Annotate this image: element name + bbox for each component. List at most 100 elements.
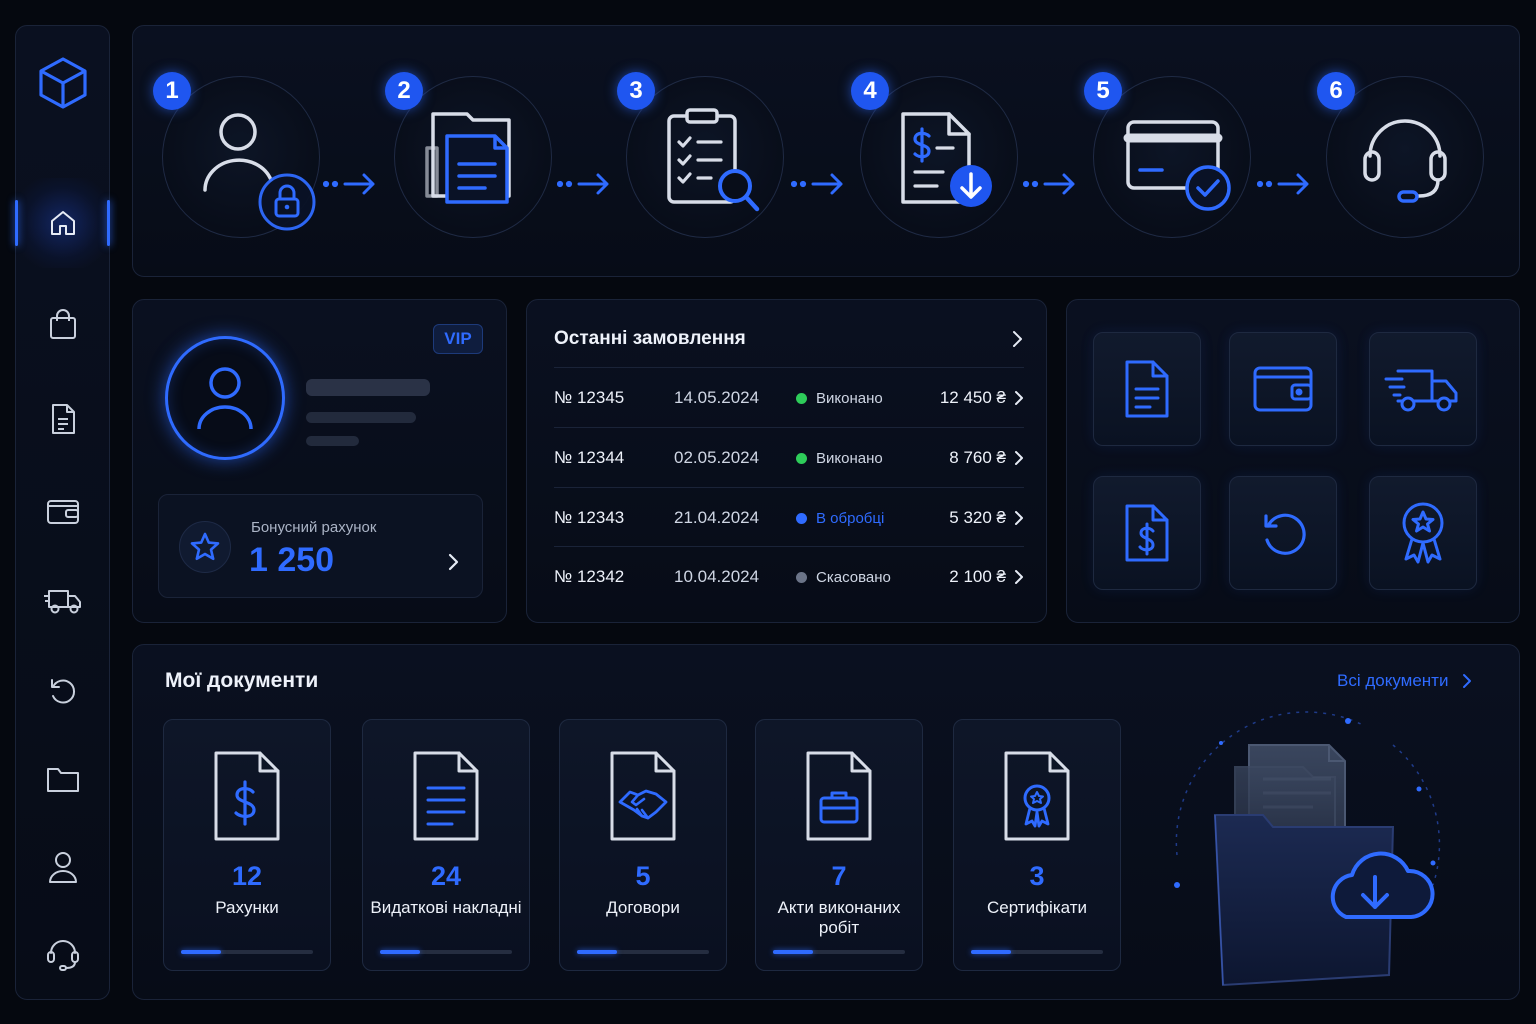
quick-returns-button[interactable] — [1229, 476, 1337, 590]
step-arrow-icon — [1257, 171, 1313, 197]
status-dot — [796, 453, 807, 464]
folder-icon — [46, 764, 80, 794]
step-number: 2 — [385, 72, 423, 110]
quick-actions — [1066, 299, 1520, 623]
progress-bar — [380, 950, 512, 954]
step-5[interactable]: 5 — [1084, 72, 1251, 238]
step-number: 5 — [1084, 72, 1122, 110]
step-2[interactable]: 2 — [385, 72, 552, 238]
sidebar-item-wallet[interactable] — [16, 467, 109, 557]
quick-certificates-button[interactable] — [1369, 476, 1477, 590]
bonus-label: Бонусний рахунок — [251, 519, 377, 536]
doc-card-invoices[interactable]: 12 Рахунки — [163, 719, 331, 971]
quick-documents-button[interactable] — [1093, 332, 1201, 446]
progress-bar — [181, 950, 313, 954]
order-date: 21.04.2024 — [674, 508, 760, 527]
profile-card: VIP Бонусний рахунок 1 250 — [132, 299, 507, 623]
doc-count: 7 — [831, 861, 847, 891]
handshake-document-icon — [608, 750, 678, 842]
wallet-icon — [1252, 363, 1314, 415]
doc-count: 24 — [430, 861, 462, 891]
step-number: 4 — [851, 72, 889, 110]
process-steps: 1 2 3 4 5 6 — [132, 25, 1520, 277]
order-amount: 8 760 ₴ — [949, 448, 1006, 467]
order-date: 14.05.2024 — [674, 388, 760, 407]
quick-wallet-button[interactable] — [1229, 332, 1337, 446]
sidebar-item-documents[interactable] — [16, 374, 109, 464]
my-documents: Мої документи Всі документи 12 Рахунки 2… — [132, 644, 1520, 1000]
progress-fill — [380, 950, 420, 954]
star-icon — [179, 521, 231, 573]
order-number: № 12342 — [554, 567, 625, 586]
order-row[interactable]: № 12342 10.04.2024 Скасовано 2 100 ₴ — [554, 546, 1024, 606]
chevron-right-icon — [1014, 510, 1024, 526]
step-6[interactable]: 6 — [1317, 72, 1484, 238]
step-arrow-icon — [323, 171, 379, 197]
sidebar-item-profile[interactable] — [16, 822, 109, 912]
order-number: № 12345 — [554, 388, 625, 407]
doc-count: 12 — [231, 861, 263, 891]
progress-bar — [577, 950, 709, 954]
order-row[interactable]: № 12343 21.04.2024 В обробці 5 320 ₴ — [554, 487, 1024, 547]
sidebar-item-support[interactable] — [16, 908, 109, 998]
chevron-right-icon — [1014, 450, 1024, 466]
step-4[interactable]: 4 — [851, 72, 1018, 238]
cube-logo-icon[interactable] — [37, 56, 89, 110]
orders-title: Останні замовлення — [554, 328, 746, 349]
order-status: Виконано — [816, 450, 883, 467]
document-icon — [49, 403, 77, 435]
progress-bar — [773, 950, 905, 954]
sidebar-item-returns[interactable] — [16, 646, 109, 736]
avatar[interactable] — [165, 336, 285, 460]
progress-fill — [181, 950, 221, 954]
doc-card-waybills[interactable]: 24 Видаткові накладні — [362, 719, 530, 971]
sidebar-item-folders[interactable] — [16, 734, 109, 824]
chevron-right-icon — [1014, 390, 1024, 406]
award-icon — [1398, 501, 1448, 565]
order-row[interactable]: № 12344 02.05.2024 Виконано 8 760 ₴ — [554, 427, 1024, 487]
sidebar-item-home[interactable] — [15, 178, 110, 268]
documents-title: Мої документи — [165, 669, 319, 692]
chevron-right-icon[interactable] — [1011, 330, 1023, 348]
progress-bar — [971, 950, 1103, 954]
quick-invoices-button[interactable] — [1093, 476, 1201, 590]
doc-count: 3 — [1029, 861, 1045, 891]
chevron-right-icon — [1014, 569, 1024, 585]
doc-card-certificates[interactable]: 3 Сертифікати — [953, 719, 1121, 971]
doc-label: Акти виконаних робіт — [777, 898, 901, 937]
order-amount: 12 450 ₴ — [939, 388, 1006, 407]
step-number: 1 — [153, 72, 191, 110]
bonus-value: 1 250 — [249, 541, 335, 579]
doc-card-contracts[interactable]: 5 Договори — [559, 719, 727, 971]
vip-badge: VIP — [433, 324, 483, 354]
certificate-document-icon — [1002, 750, 1072, 842]
document-lines-icon — [411, 750, 481, 842]
order-row[interactable]: № 12345 14.05.2024 Виконано 12 450 ₴ — [554, 367, 1024, 427]
order-status: Скасовано — [816, 569, 891, 586]
order-amount: 5 320 ₴ — [949, 508, 1006, 527]
name-placeholder — [306, 379, 430, 396]
all-documents-link[interactable]: Всі документи — [1337, 671, 1472, 691]
chevron-right-icon — [1462, 673, 1472, 689]
step-3[interactable]: 3 — [617, 72, 784, 238]
doc-label: Договори — [606, 898, 680, 917]
wallet-icon — [46, 497, 80, 527]
user-icon — [47, 850, 79, 884]
quick-delivery-button[interactable] — [1369, 332, 1477, 446]
headset-icon — [46, 935, 80, 971]
order-status: В обробці — [816, 510, 885, 527]
sidebar-item-orders[interactable] — [16, 279, 109, 369]
order-status: Виконано — [816, 390, 883, 407]
home-icon — [48, 208, 78, 238]
progress-fill — [971, 950, 1011, 954]
sidebar-item-delivery[interactable] — [16, 556, 109, 646]
truck-icon — [1384, 363, 1462, 415]
info-placeholder — [306, 412, 416, 423]
bonus-account[interactable]: Бонусний рахунок 1 250 — [158, 494, 483, 598]
briefcase-document-icon — [804, 750, 874, 842]
step-1[interactable]: 1 — [153, 72, 320, 238]
progress-fill — [577, 950, 617, 954]
status-dot — [796, 393, 807, 404]
doc-card-acts[interactable]: 7 Акти виконаних робіт — [755, 719, 923, 971]
return-icon — [1258, 508, 1308, 558]
